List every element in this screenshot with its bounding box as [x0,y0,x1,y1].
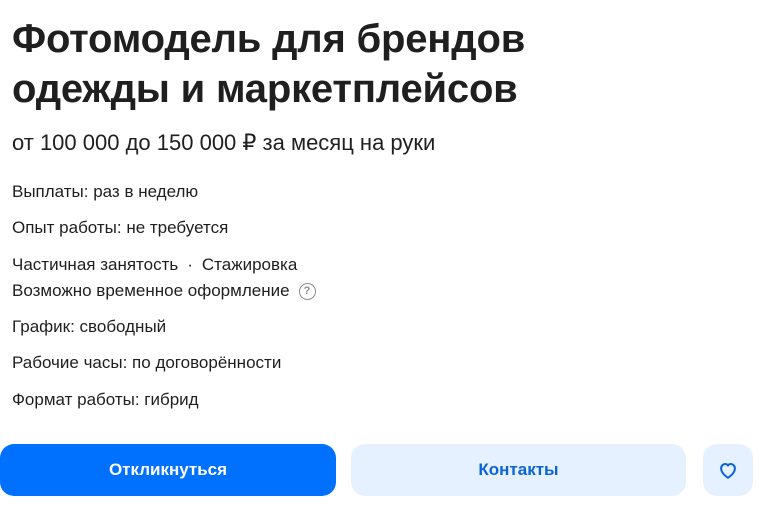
salary: от 100 000 до 150 000 ₽ за месяц на руки [12,130,436,155]
favorite-button[interactable] [703,444,753,496]
respond-button[interactable]: Откликнуться [0,444,336,496]
employment-internship: Стажировка [201,255,298,274]
employment-separator: · [187,255,193,274]
vacancy-title-line-1: Фотомодель для брендов [12,17,526,61]
heart-icon [720,463,736,479]
employment-type: Частичная занятость [12,255,179,274]
work-format-info: Формат работы: гибрид [12,390,199,409]
contacts-button[interactable]: Контакты [351,444,686,496]
vacancy-title: Фотомодель для брендов одежды и маркетпл… [12,14,752,114]
payments-info: Выплаты: раз в неделю [12,182,199,201]
working-hours-info: Рабочие часы: по договорённости [12,353,282,372]
help-icon[interactable]: ? [298,282,316,300]
employment-info: Частичная занятость · Стажировка [12,254,297,276]
registration-info: Возможно временное оформление ? [12,280,316,302]
schedule-info: График: свободный [12,317,167,336]
registration-text: Возможно временное оформление [12,281,290,300]
experience-info: Опыт работы: не требуется [12,218,229,237]
vacancy-title-line-2: одежды и маркетплейсов [12,67,518,111]
